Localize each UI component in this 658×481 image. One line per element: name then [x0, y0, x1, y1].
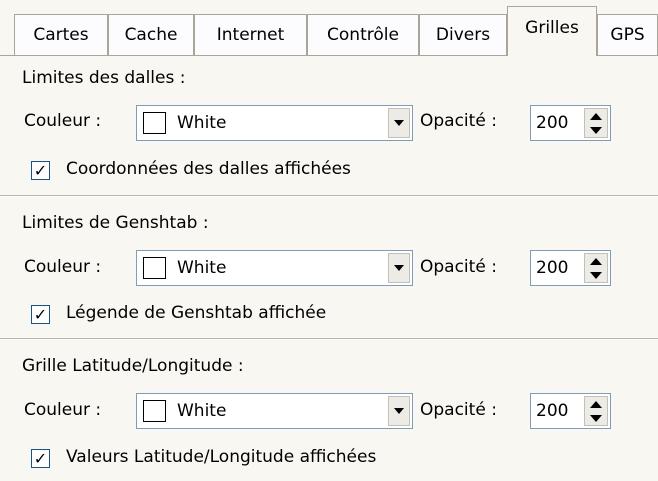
- opacity-spinner[interactable]: 200: [530, 393, 611, 429]
- checkmark-icon: ✓: [33, 160, 48, 180]
- color-swatch: [143, 112, 166, 134]
- opacity-value: 200: [536, 113, 569, 133]
- tab-label: Cache: [124, 25, 178, 45]
- couleur-label: Couleur :: [24, 400, 102, 420]
- opacite-label: Opacité :: [420, 111, 497, 131]
- spin-down-icon[interactable]: [585, 123, 607, 137]
- section-title: Limites de Genshtab :: [22, 213, 209, 233]
- spin-down-icon[interactable]: [585, 411, 607, 425]
- checkbox-label: Légende de Genshtab affichée: [66, 303, 327, 323]
- opacite-label: Opacité :: [420, 400, 497, 420]
- spinner-arrows-icon[interactable]: [584, 396, 608, 426]
- tab-internet[interactable]: Internet: [194, 14, 307, 55]
- checkmark-icon: ✓: [33, 448, 48, 468]
- spin-up-icon[interactable]: [585, 109, 607, 123]
- tab-label: Contrôle: [327, 25, 399, 45]
- spin-up-icon[interactable]: [585, 397, 607, 411]
- coords-dalles-checkbox[interactable]: ✓: [31, 161, 50, 180]
- opacity-value: 200: [536, 401, 569, 421]
- color-select[interactable]: White: [136, 105, 413, 141]
- tab-strip: Cartes Cache Internet Contrôle Divers Gr…: [0, 0, 658, 56]
- section-grille-latlon: Grille Latitude/Longitude : Couleur : Wh…: [0, 340, 658, 481]
- section-limites-genshtab: Limites de Genshtab : Couleur : White Op…: [0, 197, 658, 337]
- color-swatch: [143, 257, 166, 279]
- checkmark-icon: ✓: [33, 304, 48, 324]
- checkbox-label: Valeurs Latitude/Longitude affichées: [66, 447, 377, 467]
- tab-gps[interactable]: GPS: [597, 14, 658, 55]
- section-title: Limites des dalles :: [22, 68, 186, 88]
- tab-label: Grilles: [525, 17, 579, 38]
- tab-label: Cartes: [33, 25, 89, 45]
- color-select[interactable]: White: [136, 393, 413, 429]
- valeurs-latlon-checkbox[interactable]: ✓: [31, 449, 50, 468]
- chevron-down-icon[interactable]: [388, 108, 410, 138]
- color-swatch: [143, 400, 166, 422]
- couleur-label: Couleur :: [24, 111, 102, 131]
- spinner-arrows-icon[interactable]: [584, 253, 608, 283]
- legende-genshtab-checkbox[interactable]: ✓: [31, 305, 50, 324]
- tab-controle[interactable]: Contrôle: [307, 14, 419, 55]
- tab-label: GPS: [610, 25, 645, 45]
- spinner-arrows-icon[interactable]: [584, 108, 608, 138]
- opacite-label: Opacité :: [420, 257, 497, 277]
- opacity-spinner[interactable]: 200: [530, 105, 611, 141]
- spin-up-icon[interactable]: [585, 254, 607, 268]
- tab-divers[interactable]: Divers: [419, 14, 507, 55]
- color-select-value: White: [177, 258, 227, 278]
- opacity-value: 200: [536, 258, 569, 278]
- color-select[interactable]: White: [136, 250, 413, 286]
- tab-label: Divers: [435, 25, 491, 45]
- color-select-value: White: [177, 401, 227, 421]
- tab-label: Internet: [216, 25, 285, 45]
- tab-cache[interactable]: Cache: [108, 14, 194, 55]
- chevron-down-icon[interactable]: [388, 253, 410, 283]
- checkbox-label: Coordonnées des dalles affichées: [66, 159, 351, 179]
- couleur-label: Couleur :: [24, 257, 102, 277]
- spin-down-icon[interactable]: [585, 268, 607, 282]
- opacity-spinner[interactable]: 200: [530, 250, 611, 286]
- tab-grilles[interactable]: Grilles: [507, 6, 597, 56]
- tab-cartes[interactable]: Cartes: [14, 14, 108, 55]
- color-select-value: White: [177, 113, 227, 133]
- section-title: Grille Latitude/Longitude :: [22, 356, 244, 376]
- section-limites-dalles: Limites des dalles : Couleur : White Opa…: [0, 56, 658, 194]
- chevron-down-icon[interactable]: [388, 396, 410, 426]
